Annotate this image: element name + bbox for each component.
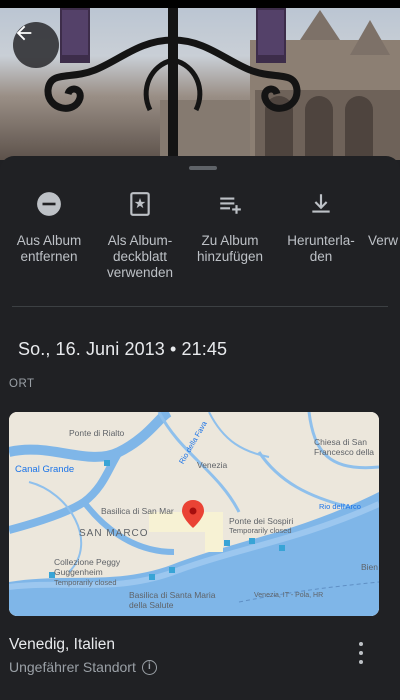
download-button[interactable]: Herunterla-den bbox=[276, 184, 366, 265]
section-label-location: ORT bbox=[9, 378, 35, 390]
more-vert-icon bbox=[359, 642, 363, 647]
map-label: Rio dell'Arco bbox=[319, 502, 361, 511]
map-label: Basilica di Santa Maria della Salute bbox=[129, 590, 216, 610]
more-action-button[interactable]: Verw bbox=[368, 184, 400, 249]
map-label: SAN MARCO bbox=[79, 528, 149, 539]
map-label: Ponte dei Sospiri bbox=[229, 516, 294, 526]
map-label: Bien bbox=[361, 562, 379, 572]
action-label: Zu Album hinzufügen bbox=[196, 233, 264, 264]
remove-circle-icon bbox=[37, 192, 61, 216]
map-label: Chiesa di San Francesco della bbox=[314, 437, 375, 457]
action-label: Aus Album entfernen bbox=[16, 233, 82, 264]
location-map[interactable]: Ponte di Rialto Canal Grande Venezia Chi… bbox=[9, 412, 379, 616]
remove-from-album-button[interactable]: Aus Album entfernen bbox=[4, 184, 94, 265]
drag-handle[interactable] bbox=[189, 166, 217, 170]
map-label: Temporarily closed bbox=[229, 526, 292, 535]
map-label: Canal Grande bbox=[15, 464, 75, 475]
info-icon[interactable]: i bbox=[141, 659, 157, 675]
location-more-button[interactable] bbox=[350, 640, 372, 666]
divider bbox=[12, 306, 388, 307]
photo-datetime: So., 16. Juni 2013 • 21:45 bbox=[18, 339, 228, 359]
album-cover-icon bbox=[130, 192, 150, 216]
map-label: Venezia bbox=[197, 460, 228, 470]
set-album-cover-button[interactable]: Als Album-deckblatt verwenden bbox=[95, 184, 185, 281]
action-row: Aus Album entfernen Als Album-deckblatt … bbox=[0, 184, 400, 294]
map-label: Collezione Peggy Guggenheim bbox=[54, 557, 121, 577]
map-label: Ponte di Rialto bbox=[69, 428, 125, 438]
map-label: Basilica di San Mar bbox=[101, 506, 174, 516]
action-label: Als Album-deckblatt verwenden bbox=[106, 233, 174, 280]
location-title: Venedig, Italien bbox=[9, 636, 116, 653]
playlist-add-icon bbox=[220, 197, 241, 214]
details-sheet: Aus Album entfernen Als Album-deckblatt … bbox=[0, 156, 400, 700]
map-label: Temporarily closed bbox=[54, 578, 117, 587]
back-button[interactable] bbox=[13, 22, 59, 68]
download-icon bbox=[312, 194, 330, 213]
photo-preview bbox=[0, 0, 400, 160]
action-label: Herunterla-den bbox=[287, 233, 355, 264]
map-label: Venezia, IT - Pola, HR bbox=[254, 592, 324, 599]
location-subtitle-text: Ungefährer Standort bbox=[9, 659, 136, 675]
action-label: Verw bbox=[368, 233, 399, 248]
more-actions-icon bbox=[368, 184, 400, 224]
add-to-album-button[interactable]: Zu Album hinzufügen bbox=[185, 184, 275, 265]
photo-content bbox=[44, 8, 400, 160]
arrow-back-icon bbox=[16, 25, 32, 41]
location-subtitle: Ungefährer Standort i bbox=[9, 659, 157, 675]
